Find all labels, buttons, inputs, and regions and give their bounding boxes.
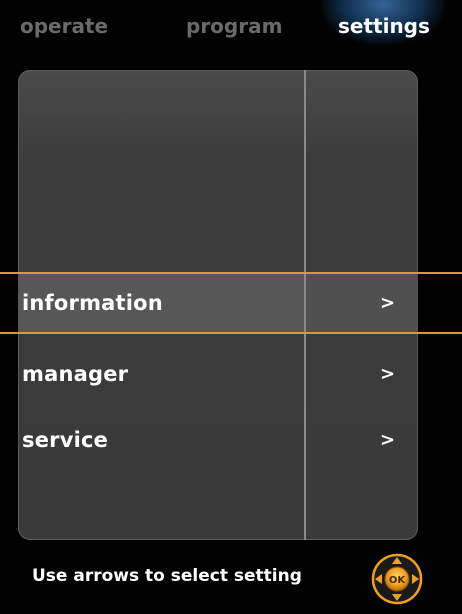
tab-settings[interactable]: settings bbox=[338, 14, 430, 38]
menu-item-label: information bbox=[22, 291, 163, 315]
tab-operate[interactable]: operate bbox=[20, 14, 108, 38]
selection-divider bbox=[304, 274, 306, 332]
hint-text: Use arrows to select setting bbox=[32, 566, 302, 586]
footer-bar: Use arrows to select setting OK bbox=[0, 548, 462, 614]
chevron-right-icon: > bbox=[380, 292, 396, 314]
thermostat-screen: operate program settings information > m… bbox=[0, 0, 462, 614]
nav-pad-graphic: OK bbox=[371, 553, 423, 605]
directional-ok-pad-icon[interactable]: OK bbox=[370, 552, 424, 606]
chevron-right-icon: > bbox=[380, 429, 396, 451]
tab-program[interactable]: program bbox=[186, 14, 282, 38]
tab-bar: operate program settings bbox=[0, 0, 462, 58]
selection-highlight-right bbox=[304, 274, 418, 332]
menu-item-label: service bbox=[22, 428, 109, 452]
ok-label: OK bbox=[389, 575, 407, 586]
menu-item-manager[interactable]: manager > bbox=[0, 344, 462, 404]
menu-item-label: manager bbox=[22, 362, 129, 386]
chevron-right-icon: > bbox=[380, 363, 396, 385]
menu-item-information[interactable]: information > bbox=[0, 272, 462, 334]
menu-item-service[interactable]: service > bbox=[0, 410, 462, 470]
